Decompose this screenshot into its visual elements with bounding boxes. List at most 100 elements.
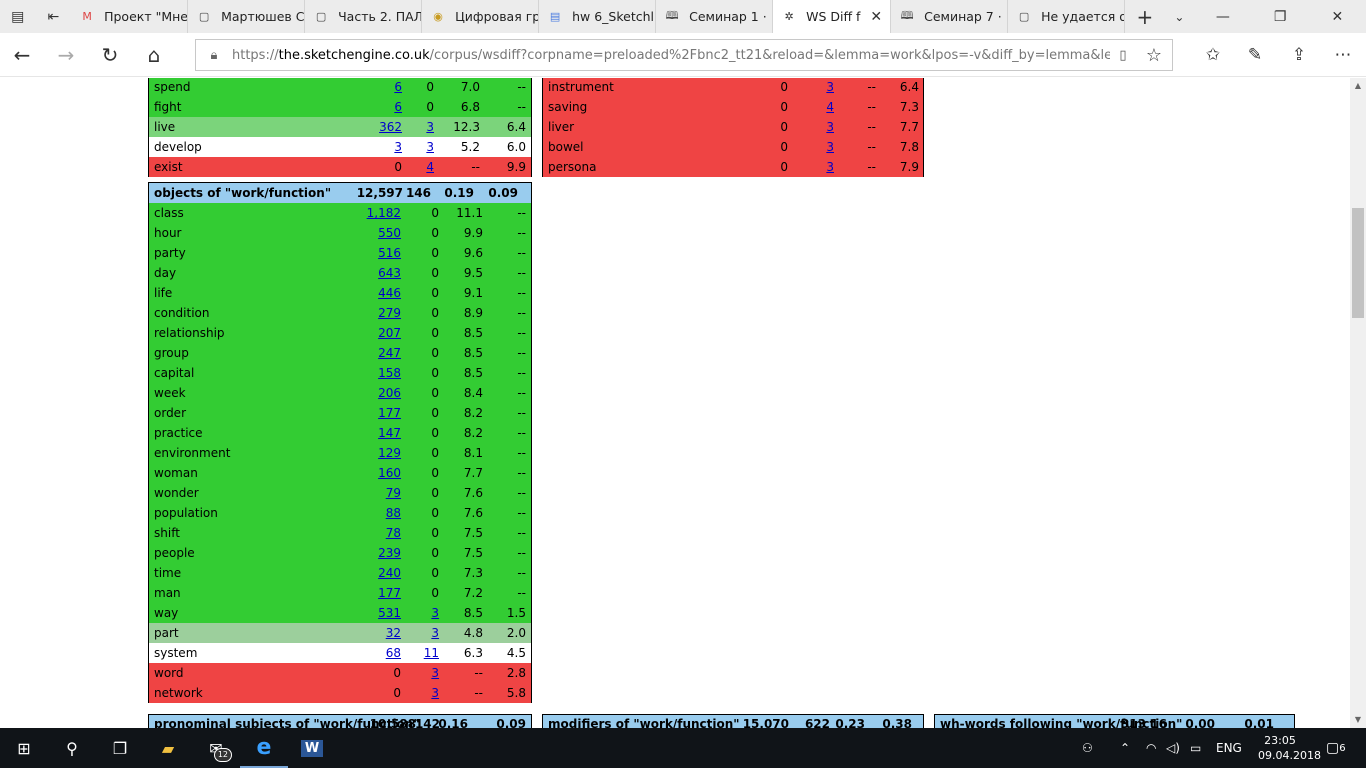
volume-icon[interactable]: ◁) [1166,728,1180,768]
browser-tab[interactable]: ▤ hw 6_Sketchl [539,0,657,33]
browser-tab[interactable]: M Проект "Мне [71,0,189,33]
freq-link-1[interactable]: 32 [386,626,401,640]
score-2: 6.4 [899,80,919,94]
file-explorer-icon[interactable]: ▰ [144,728,192,768]
freq-link-1[interactable]: 550 [378,226,401,240]
home-button[interactable]: ⌂ [132,33,176,77]
tab-title: Цифровая гр [455,9,540,24]
freq-link-1[interactable]: 78 [386,526,401,540]
favorite-star-icon[interactable]: ☆ [1136,45,1172,66]
freq-link-2[interactable]: 11 [424,646,439,660]
browser-tab[interactable]: 🕮︎ Семинар 1 · [656,0,774,33]
freq-2: 0 [431,286,439,300]
new-tab-button[interactable]: + [1125,0,1165,33]
freq-link-2[interactable]: 3 [426,120,434,134]
freq-link-2[interactable]: 3 [826,80,834,94]
search-icon[interactable]: ⚲ [48,728,96,768]
collocate-word: spend [154,80,191,94]
set-aside-tabs-icon[interactable]: ⇤ [36,0,72,33]
freq-link-1[interactable]: 6 [394,80,402,94]
freq-link-1[interactable]: 247 [378,346,401,360]
edge-icon[interactable]: e [240,728,288,768]
freq-link-1[interactable]: 239 [378,546,401,560]
url-field[interactable]: 🔒︎ https://the.sketchengine.co.uk/corpus… [195,39,1173,71]
tab-preview-icon[interactable]: ▤ [0,0,36,33]
task-view-icon[interactable]: ❐ [96,728,144,768]
freq-link-1[interactable]: 68 [386,646,401,660]
language-indicator[interactable]: ENG [1216,728,1242,768]
wifi-icon[interactable]: ◠ [1146,728,1156,768]
clock[interactable]: 23:05 09.04.2018 [1258,728,1321,768]
collocation-row: network 0 3 -- 5.8 [149,683,531,703]
freq-link-1[interactable]: 177 [378,406,401,420]
people-icon[interactable]: ⚇ [1082,728,1093,768]
freq-link-1[interactable]: 3 [394,140,402,154]
scroll-down-icon[interactable]: ▼ [1350,712,1366,728]
minimize-button[interactable]: — [1194,0,1251,33]
freq-link-1[interactable]: 79 [386,486,401,500]
collocation-row: life 446 0 9.1 -- [149,283,531,303]
share-icon[interactable]: ⇪ [1277,33,1321,77]
web-note-icon[interactable]: ✎ [1233,33,1277,77]
freq-link-1[interactable]: 446 [378,286,401,300]
collocation-row: party 516 0 9.6 -- [149,243,531,263]
freq-link-1[interactable]: 158 [378,366,401,380]
scroll-up-icon[interactable]: ▲ [1350,78,1366,94]
browser-tab[interactable]: ▢ Мартюшев С [188,0,306,33]
back-button[interactable]: ← [0,33,44,77]
freq-link-1[interactable]: 88 [386,506,401,520]
browser-tab[interactable]: ▢ Часть 2. ПАЛ [305,0,423,33]
score-2: -- [517,226,526,240]
forward-button[interactable]: → [44,33,88,77]
browser-tab[interactable]: 🕮︎ Семинар 7 · [891,0,1009,33]
freq-link-1[interactable]: 206 [378,386,401,400]
freq-link-2[interactable]: 4 [426,160,434,174]
freq-link-1[interactable]: 6 [394,100,402,114]
keyboard-icon[interactable]: ▭ [1190,728,1201,768]
word-icon[interactable]: W [288,728,336,768]
freq-link-2[interactable]: 3 [431,686,439,700]
freq-link-2[interactable]: 3 [826,120,834,134]
collocation-row: population 88 0 7.6 -- [149,503,531,523]
freq-link-2[interactable]: 3 [431,626,439,640]
score-2: -- [517,426,526,440]
tab-list-chevron-icon[interactable]: ⌄ [1165,0,1195,33]
url-host: the.sketchengine.co.uk [278,47,430,63]
freq-link-1[interactable]: 160 [378,466,401,480]
browser-tab[interactable]: ✲ WS Diff f ✕ [773,0,892,33]
browser-tab[interactable]: ◉ Цифровая гр [422,0,540,33]
freq-link-1[interactable]: 643 [378,266,401,280]
favorites-hub-icon[interactable]: ✩ [1191,33,1235,77]
close-tab-icon[interactable]: ✕ [870,9,882,25]
vertical-scrollbar[interactable]: ▲ ▼ [1350,78,1366,728]
freq-link-2[interactable]: 3 [826,140,834,154]
collocate-word: saving [548,100,588,114]
mail-icon[interactable]: ✉ 12 [192,728,240,768]
action-center-icon[interactable]: ▢ 6 [1326,728,1346,768]
close-window-button[interactable]: ✕ [1309,0,1366,33]
freq-link-1[interactable]: 177 [378,586,401,600]
freq-link-1[interactable]: 516 [378,246,401,260]
freq-link-1[interactable]: 279 [378,306,401,320]
freq-link-1[interactable]: 362 [379,120,402,134]
freq-link-1[interactable]: 147 [378,426,401,440]
restore-button[interactable]: ❐ [1251,0,1308,33]
freq-link-2[interactable]: 3 [826,160,834,174]
freq-link-1[interactable]: 531 [378,606,401,620]
freq-link-2[interactable]: 3 [426,140,434,154]
reading-view-icon[interactable]: ▯ [1110,48,1136,63]
browser-tab[interactable]: ▢ Не удается о [1008,0,1126,33]
more-menu-icon[interactable]: ⋯ [1321,33,1365,77]
freq-link-1[interactable]: 207 [378,326,401,340]
show-hidden-icons-icon[interactable]: ⌃ [1120,728,1130,768]
freq-link-2[interactable]: 3 [431,666,439,680]
freq-link-1[interactable]: 129 [378,446,401,460]
start-windows-icon[interactable]: ⊞ [0,728,48,768]
word-sketch-panel-top-left: spend 6 0 7.0 -- fight 6 0 6.8 -- live 362 3 12.3 6.4 d… [148,78,532,177]
freq-link-1[interactable]: 1,182 [367,206,401,220]
freq-link-1[interactable]: 240 [378,566,401,580]
freq-link-2[interactable]: 3 [431,606,439,620]
refresh-button[interactable]: ↻ [88,33,132,77]
scrollbar-thumb[interactable] [1352,208,1364,318]
freq-link-2[interactable]: 4 [826,100,834,114]
